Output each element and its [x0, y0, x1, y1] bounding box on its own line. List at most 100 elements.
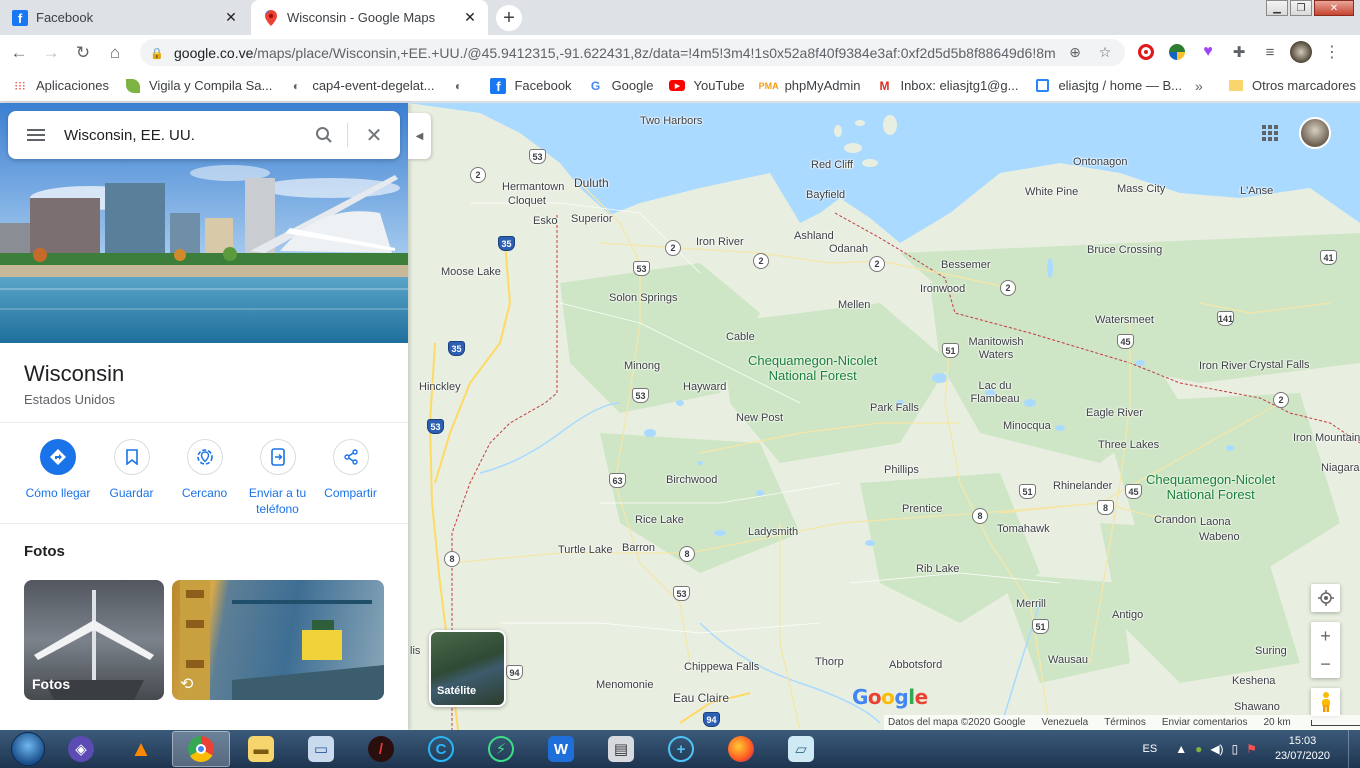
pegman-icon[interactable] — [1311, 688, 1340, 716]
bookmark-facebook[interactable]: f Facebook — [490, 77, 572, 94]
photo-thumbnail[interactable]: Fotos — [24, 580, 164, 700]
extension-heart-icon[interactable]: ♥ — [1197, 41, 1219, 63]
clear-search-icon[interactable]: ✕ — [348, 123, 400, 148]
send-to-phone-button[interactable]: Enviar a tu teléfono — [241, 439, 314, 517]
action-center-icon[interactable]: ⚑ — [1246, 742, 1257, 756]
taskbar-app[interactable] — [172, 731, 230, 767]
tray-app-icon[interactable]: ● — [1195, 742, 1202, 756]
bookmarks-bar: ⁝⁝⁝ Aplicaciones Vigila y Compila Sa... ◐… — [0, 70, 1360, 102]
save-button[interactable]: Guardar — [95, 439, 168, 517]
taskbar-app[interactable]: ⚡ — [472, 731, 530, 767]
account-avatar[interactable] — [1299, 117, 1331, 149]
bookmark-aplicaciones[interactable]: ⁝⁝⁝ Aplicaciones — [12, 78, 109, 94]
globe-icon: ◐ — [292, 78, 300, 93]
route-shield: 2 — [753, 253, 769, 269]
home-button[interactable]: ⌂ — [102, 40, 128, 66]
new-tab-button[interactable]: + — [496, 5, 522, 31]
media-control-icon[interactable]: ≡ — [1259, 41, 1281, 63]
taskbar-app[interactable]: ▱ — [772, 731, 830, 767]
map-label: Minong — [624, 360, 661, 372]
close-tab-icon[interactable]: ✕ — [462, 9, 478, 26]
search-input[interactable]: Wisconsin, EE. UU. — [64, 127, 301, 144]
profile-avatar[interactable] — [1290, 41, 1312, 63]
bookmark-cap4[interactable]: ◐ cap4-event-degelat... — [288, 78, 435, 94]
taskbar-app[interactable]: C — [412, 731, 470, 767]
taskbar-app[interactable] — [712, 731, 770, 767]
start-button[interactable] — [6, 731, 50, 767]
terms-link[interactable]: Términos — [1104, 717, 1146, 728]
search-icon[interactable] — [301, 126, 347, 144]
map-label: L'Anse — [1240, 185, 1274, 197]
maximize-button[interactable]: ❐ — [1290, 0, 1312, 16]
my-location-button[interactable] — [1311, 584, 1340, 612]
back-button[interactable]: ← — [6, 40, 32, 66]
facebook-icon: f — [12, 9, 28, 26]
opera-icon[interactable] — [1135, 41, 1157, 63]
language-indicator[interactable]: ES — [1143, 743, 1158, 755]
bookmark-icon — [113, 439, 150, 475]
puzzle-icon[interactable]: ✚ — [1228, 41, 1250, 63]
collapse-panel-button[interactable]: ◀ — [408, 113, 431, 159]
satellite-layer-toggle[interactable]: Satélite — [429, 630, 506, 707]
extension-globe-icon[interactable] — [1166, 41, 1188, 63]
taskbar-app[interactable]: / — [352, 731, 410, 767]
map-label: Superior — [571, 213, 613, 225]
taskbar-app[interactable]: ▲ — [112, 731, 170, 767]
bookmark-globe[interactable]: ◐ — [450, 78, 474, 94]
minimize-button[interactable]: ▁ — [1266, 0, 1288, 16]
menu-dots-icon[interactable]: ⋮ — [1321, 41, 1343, 63]
share-button[interactable]: Compartir — [314, 439, 387, 517]
bookmark-phpmyadmin[interactable]: PMA phpMyAdmin — [759, 78, 861, 94]
360-photo-icon: ⟲ — [180, 676, 194, 693]
photo-thumbnail-360[interactable]: ⟲ — [172, 580, 384, 700]
zoom-out-button[interactable]: − — [1311, 650, 1340, 678]
more-bookmarks-button[interactable]: » — [1195, 78, 1203, 94]
tab-google-maps[interactable]: Wisconsin - Google Maps ✕ — [251, 0, 488, 35]
url-text[interactable]: google.co.ve/maps/place/Wisconsin,+EE.+U… — [174, 45, 1055, 61]
directions-button[interactable]: Cómo llegar — [21, 439, 95, 517]
taskbar-app[interactable]: W — [532, 731, 590, 767]
zoom-in-button[interactable]: + — [1311, 622, 1340, 650]
route-shield: 8 — [444, 551, 460, 567]
region-link[interactable]: Venezuela — [1041, 717, 1088, 728]
bookmark-inbox[interactable]: M Inbox: eliasjtg1@g... — [876, 78, 1018, 94]
bookmark-youtube[interactable]: ▶ YouTube — [669, 78, 745, 94]
nearby-button[interactable]: Cercano — [168, 439, 241, 517]
map-label: Turtle Lake — [558, 544, 613, 556]
bookmark-vigila[interactable]: Vigila y Compila Sa... — [125, 78, 272, 94]
tab-facebook[interactable]: f Facebook ✕ — [0, 0, 249, 35]
menu-icon[interactable] — [8, 126, 64, 144]
taskbar-app[interactable]: ◈ — [52, 731, 110, 767]
taskbar-app[interactable]: ▬ — [232, 731, 290, 767]
map-label: Lac du Flambeau — [970, 380, 1020, 405]
google-apps-icon[interactable] — [1262, 125, 1278, 141]
bitbucket-icon — [1034, 78, 1050, 94]
close-tab-icon[interactable]: ✕ — [223, 9, 239, 26]
bookmark-bitbucket[interactable]: eliasjtg / home — B... — [1034, 78, 1182, 94]
address-bar[interactable]: 🔒 google.co.ve/maps/place/Wisconsin,+EE.… — [140, 39, 1125, 66]
forward-button[interactable]: → — [38, 40, 64, 66]
add-icon[interactable]: ⊕ — [1065, 43, 1085, 63]
volume-icon[interactable]: ◀) — [1210, 742, 1223, 756]
app-red-icon: / — [368, 736, 394, 762]
app-blue-icon: + — [668, 736, 694, 762]
taskbar-app[interactable]: ▤ — [592, 731, 650, 767]
reload-button[interactable]: ↻ — [70, 40, 96, 66]
scale-bar[interactable]: 20 km — [1263, 717, 1360, 728]
map-label: Iron River — [1199, 360, 1247, 372]
bookmark-google[interactable]: G Google — [588, 78, 654, 94]
other-bookmarks-folder[interactable]: Otros marcadores — [1228, 77, 1356, 93]
printer-icon: ▤ — [608, 736, 634, 762]
star-icon[interactable]: ☆ — [1095, 43, 1115, 63]
map-label: Red Cliff — [811, 159, 853, 171]
taskbar-app[interactable]: ▭ — [292, 731, 350, 767]
network-icon[interactable]: ▯ — [1232, 742, 1239, 756]
feedback-link[interactable]: Enviar comentarios — [1162, 717, 1248, 728]
show-desktop-button[interactable] — [1348, 730, 1360, 768]
close-window-button[interactable]: ✕ — [1314, 0, 1354, 16]
show-hidden-icons[interactable]: ▲ — [1175, 742, 1187, 756]
taskbar-app[interactable]: + — [652, 731, 710, 767]
map-label: Wausau — [1048, 654, 1088, 666]
lock-icon[interactable]: 🔒 — [150, 47, 164, 60]
clock[interactable]: 15:03 23/07/2020 — [1275, 734, 1330, 764]
